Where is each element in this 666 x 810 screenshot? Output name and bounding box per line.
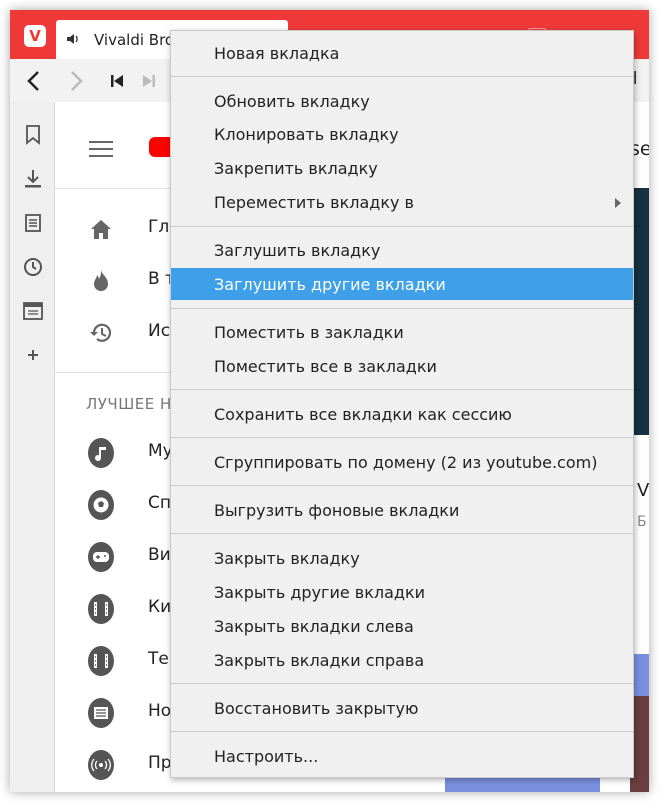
menu-item-close-other-tabs[interactable]: Закрыть другие вкладки (171, 576, 633, 608)
menu-separator (171, 683, 633, 684)
bookmark-icon (26, 125, 40, 145)
menu-item-label: Восстановить закрытую (214, 699, 419, 718)
video-meta-fragment: Б (637, 514, 647, 530)
chevron-right-icon (71, 71, 83, 91)
menu-item-bookmark-all-tabs[interactable]: Поместить все в закладки (171, 350, 633, 382)
video-title-fragment: V (637, 480, 649, 501)
menu-item-label: Настроить... (214, 747, 319, 766)
history-icon (88, 320, 114, 346)
menu-item-label: Сохранить все вкладки как сессию (214, 405, 512, 424)
menu-item-label: Поместить все в закладки (214, 357, 437, 376)
menu-item-hibernate-background-tabs[interactable]: Выгрузить фоновые вкладки (171, 494, 633, 526)
menu-item-save-session[interactable]: Сохранить все вкладки как сессию (171, 398, 633, 430)
fast-forward-button[interactable] (136, 68, 162, 94)
skip-back-icon (111, 75, 123, 87)
sports-icon (88, 490, 114, 520)
notes-icon (25, 214, 41, 232)
menu-item-mute-tab[interactable]: Заглушить вкладку (171, 234, 633, 266)
home-icon (88, 216, 114, 242)
sidebar-item-label: Ис (148, 321, 171, 341)
trending-icon (88, 268, 114, 294)
movies-icon (88, 594, 114, 624)
rewind-button[interactable] (104, 68, 130, 94)
menu-item-close-tabs-right[interactable]: Закрыть вкладки справа (171, 644, 633, 676)
menu-item-label: Закрыть другие вкладки (214, 583, 426, 602)
sidebar-item-label: Сп (148, 493, 171, 513)
menu-item-label: Поместить в закладки (214, 323, 404, 342)
menu-separator (171, 226, 633, 227)
menu-item-reopen-closed-tab[interactable]: Восстановить закрытую (171, 692, 633, 724)
menu-item-label: Сгруппировать по домену (2 из youtube.co… (214, 453, 598, 472)
menu-item-new-tab[interactable]: Новая вкладка (171, 37, 633, 69)
menu-item-label: Переместить вкладку в (214, 193, 414, 212)
side-panel (10, 102, 55, 792)
live-icon (88, 750, 114, 780)
skip-forward-icon (143, 75, 155, 87)
menu-item-move-tab[interactable]: Переместить вкладку в (171, 186, 633, 218)
sidebar-section-heading: ЛУЧШЕЕ Н (86, 395, 172, 413)
menu-item-clone-tab[interactable]: Клонировать вкладку (171, 118, 633, 150)
menu-item-close-tabs-left[interactable]: Закрыть вкладки слева (171, 610, 633, 642)
vivaldi-logo-icon[interactable]: V (24, 25, 46, 47)
menu-item-close-tab[interactable]: Закрыть вкладку (171, 542, 633, 574)
music-icon (88, 438, 114, 468)
menu-item-label: Заглушить другие вкладки (214, 275, 446, 294)
menu-item-label: Заглушить вкладку (214, 241, 381, 260)
sidebar-item-label: Но (148, 701, 172, 721)
menu-item-label: Закрыть вкладки слева (214, 617, 414, 636)
sidebar-item-label: Ви (148, 545, 171, 565)
menu-item-label: Выгрузить фоновые вкладки (214, 501, 460, 520)
tab-title: Vivaldi Bro (94, 31, 175, 49)
history-panel-button[interactable] (22, 256, 44, 278)
sidebar-item-label: Ки (148, 597, 172, 617)
tab-context-menu: Новая вкладка Обновить вкладку Клонирова… (170, 30, 634, 778)
menu-separator (171, 389, 633, 390)
forward-button[interactable] (64, 68, 90, 94)
menu-separator (171, 485, 633, 486)
menu-item-bookmark-tab[interactable]: Поместить в закладки (171, 316, 633, 348)
menu-item-pin-tab[interactable]: Закрепить вкладку (171, 152, 633, 184)
menu-icon[interactable] (89, 141, 113, 162)
menu-separator (171, 437, 633, 438)
menu-separator (171, 533, 633, 534)
window-panel-button[interactable] (22, 300, 44, 322)
window-icon (23, 302, 43, 320)
notes-panel-button[interactable] (22, 212, 44, 234)
menu-item-label: Клонировать вкладку (214, 125, 399, 144)
menu-separator (171, 731, 633, 732)
tv-icon (88, 646, 114, 676)
menu-item-reload-tab[interactable]: Обновить вкладку (171, 85, 633, 117)
gaming-icon (88, 542, 114, 572)
clock-icon (24, 258, 42, 276)
menu-item-label: Закрыть вкладку (214, 549, 360, 568)
sidebar-item-label: Пр (148, 753, 172, 773)
menu-item-mute-other-tabs[interactable]: Заглушить другие вкладки (171, 268, 633, 300)
menu-item-label: Закрепить вкладку (214, 159, 378, 178)
news-icon (88, 698, 114, 728)
menu-separator (171, 308, 633, 309)
menu-item-label: Закрыть вкладки справа (214, 651, 425, 670)
bookmarks-panel-button[interactable] (22, 124, 44, 146)
add-panel-button[interactable] (22, 344, 44, 366)
menu-item-label: Обновить вкладку (214, 92, 370, 111)
menu-item-group-by-domain[interactable]: Сгруппировать по домену (2 из youtube.co… (171, 446, 633, 478)
menu-item-label: Новая вкладка (214, 44, 340, 63)
download-icon (25, 170, 41, 188)
submenu-arrow-icon (615, 198, 621, 208)
menu-separator (171, 76, 633, 77)
back-button[interactable] (20, 68, 46, 94)
plus-icon (28, 350, 38, 360)
sidebar-item-label: Те (148, 649, 169, 669)
speaker-icon[interactable] (66, 32, 80, 46)
menu-item-customize[interactable]: Настроить... (171, 740, 633, 772)
chevron-left-icon (27, 71, 39, 91)
downloads-panel-button[interactable] (22, 168, 44, 190)
